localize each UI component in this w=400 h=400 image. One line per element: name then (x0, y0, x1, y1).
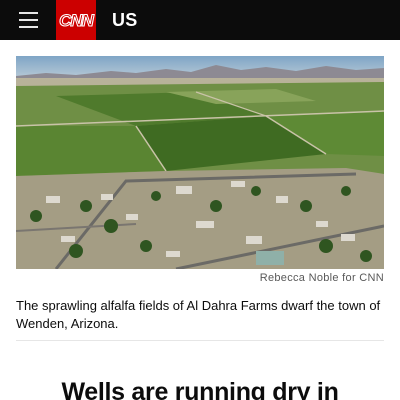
menu-line-top (18, 12, 38, 14)
menu-line-bottom (18, 26, 38, 28)
cnn-logo-text: CNN (59, 11, 95, 30)
article-hero-image (16, 56, 384, 269)
hamburger-menu-icon[interactable] (0, 0, 56, 40)
caption-divider (16, 340, 384, 341)
image-caption: The sprawling alfalfa fields of Al Dahra… (16, 298, 381, 331)
menu-line-middle (18, 19, 38, 21)
edition-link-us[interactable]: US (112, 10, 137, 31)
top-navigation-bar: CNN US (0, 0, 400, 40)
cnn-logo-wordmark: CNN (59, 10, 95, 30)
photo-credit: Rebecca Noble for CNN (259, 272, 384, 284)
cnn-logo[interactable]: CNN (56, 0, 96, 40)
article-headline: Wells are running dry in (61, 378, 339, 400)
